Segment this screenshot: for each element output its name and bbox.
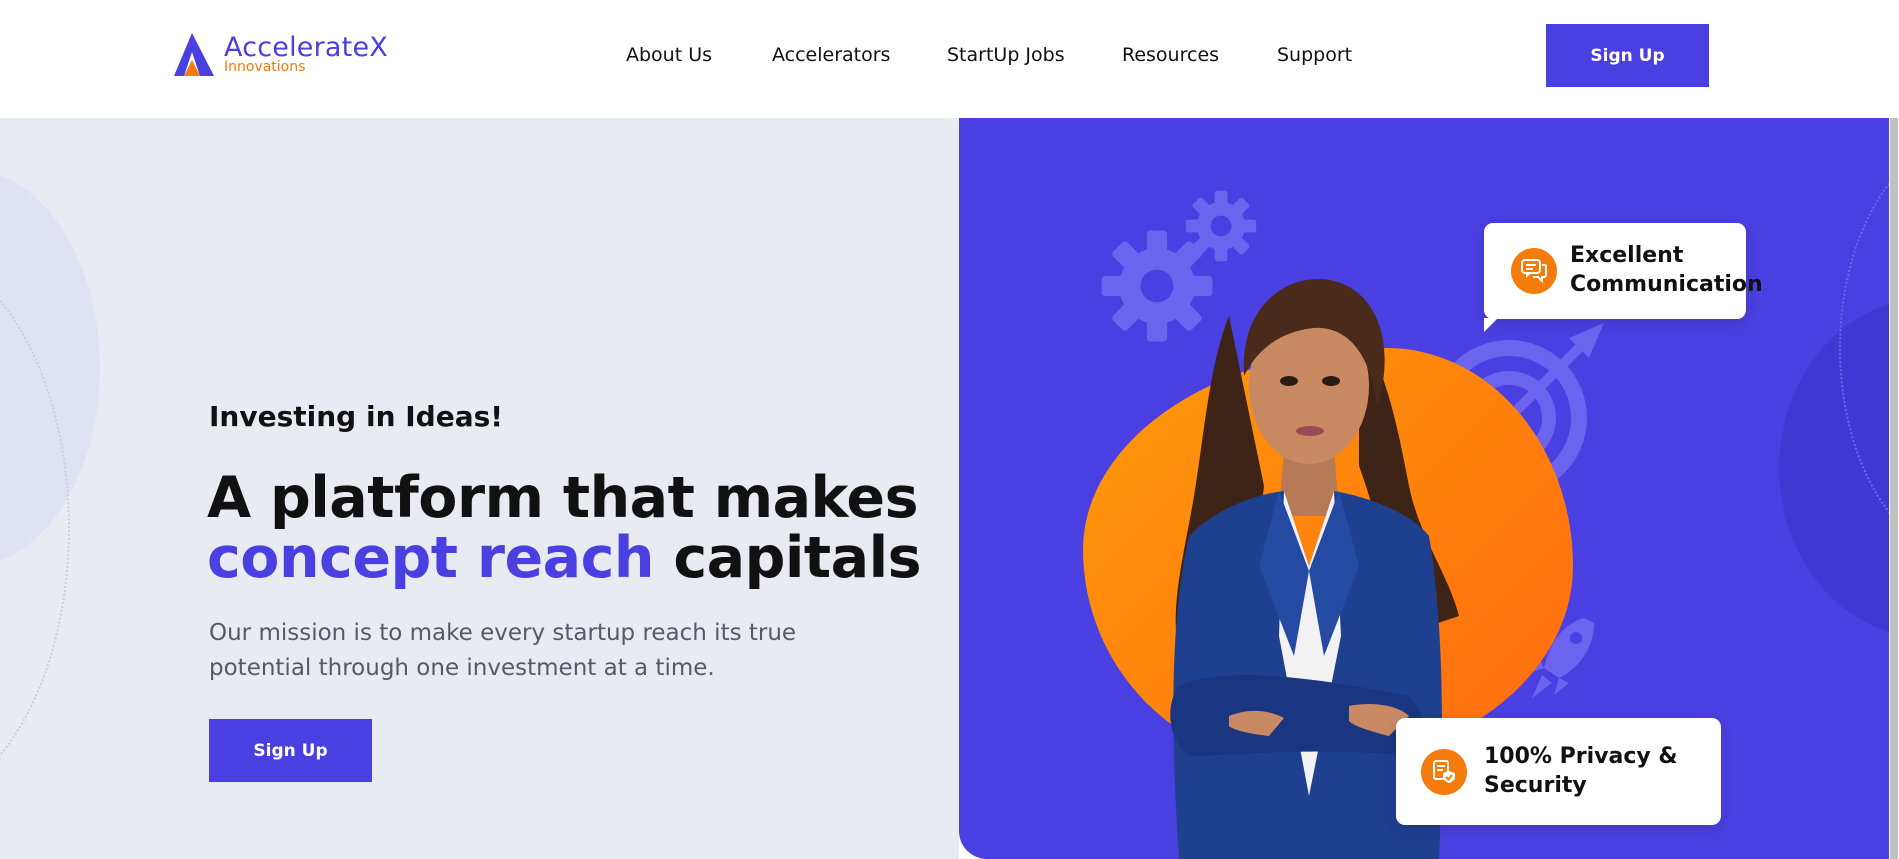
nav-accelerators[interactable]: Accelerators (772, 44, 890, 66)
headline-line-1: A platform that makes (207, 465, 919, 531)
site-header: AccelerateX Innovations About Us Acceler… (0, 0, 1899, 118)
nav-startup-jobs[interactable]: StartUp Jobs (947, 44, 1065, 66)
chat-icon (1511, 248, 1557, 294)
headline-rest: capitals (673, 525, 922, 591)
card-tail (1484, 318, 1498, 332)
hero-tagline: Investing in Ideas! (209, 400, 504, 433)
logo-tagline: Innovations (224, 59, 306, 75)
nav-support[interactable]: Support (1277, 44, 1352, 66)
hero-left: Investing in Ideas! A platform that make… (0, 118, 959, 859)
nav-about-us[interactable]: About Us (626, 44, 712, 66)
scrollbar-thumb[interactable] (1890, 118, 1898, 859)
headline-accent: concept reach (207, 525, 654, 591)
logo[interactable]: AccelerateX Innovations (170, 28, 390, 84)
communication-card: Excellent Communication (1484, 223, 1763, 332)
hero-right: Excellent Communication 100% Privacy & S… (959, 118, 1889, 859)
security-icon (1421, 749, 1467, 795)
nav-resources[interactable]: Resources (1122, 44, 1219, 66)
hero-signup-button[interactable]: Sign Up (209, 719, 372, 782)
communication-text: Excellent Communication (1570, 243, 1763, 297)
privacy-card: 100% Privacy & Security (1396, 718, 1721, 825)
privacy-text: 100% Privacy & Security (1484, 744, 1678, 798)
hero-mission-text: Our mission is to make every startup rea… (209, 620, 797, 681)
header-signup-button[interactable]: Sign Up (1546, 24, 1709, 87)
logo-icon (174, 33, 214, 76)
hero-headline: A platform that makes concept reach capi… (207, 465, 922, 591)
